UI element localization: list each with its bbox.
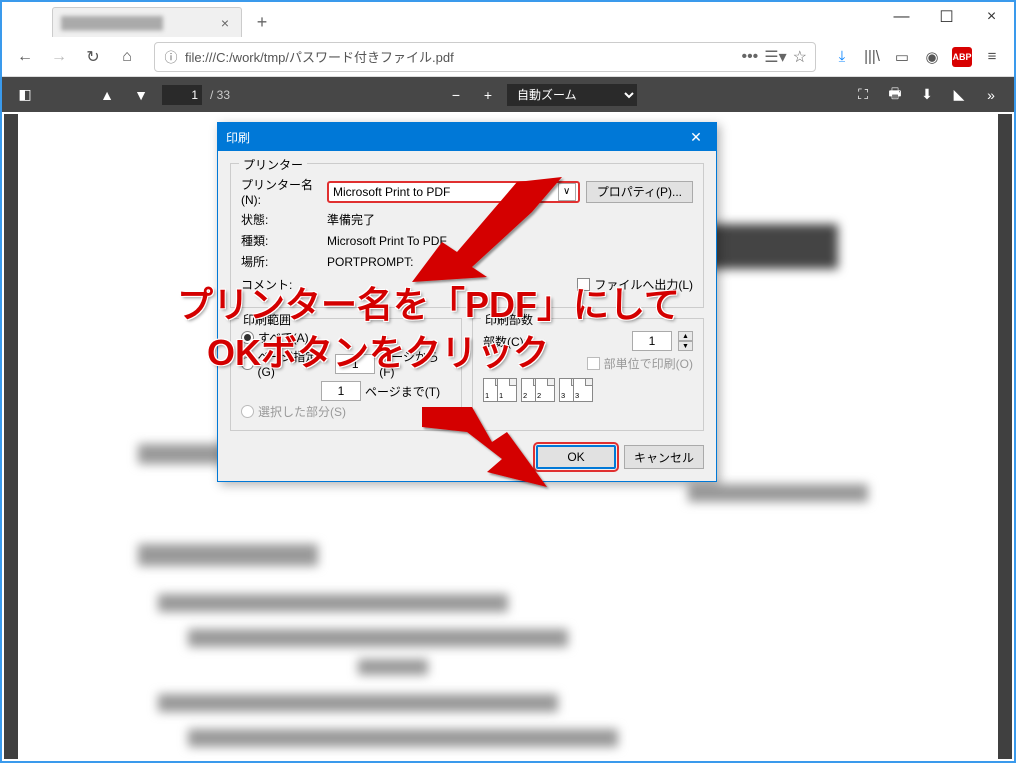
zoom-in-icon[interactable]: + — [475, 82, 501, 108]
window-controls: — ☐ × — [879, 2, 1014, 37]
page-down-icon[interactable]: ▼ — [128, 82, 154, 108]
minimize-button[interactable]: — — [879, 2, 924, 32]
collate-page-icon: 1 — [497, 378, 517, 402]
page-up-icon[interactable]: ▲ — [94, 82, 120, 108]
print-to-file-checkbox[interactable]: ファイルへ出力(L) — [577, 276, 693, 293]
range-pages-label: ページ指定(G) — [258, 348, 332, 379]
library-icon[interactable]: |||\ — [858, 43, 886, 71]
range-all-radio[interactable]: すべて(A) — [241, 329, 451, 346]
back-button[interactable]: ← — [10, 42, 40, 72]
tab-close-icon[interactable]: × — [217, 15, 233, 31]
dialog-titlebar[interactable]: 印刷 ✕ — [218, 123, 716, 151]
copies-legend: 印刷部数 — [481, 311, 537, 328]
page-to-input[interactable] — [321, 381, 361, 401]
range-pages-radio[interactable]: ページ指定(G) ページから(F) — [241, 348, 451, 379]
toolbar-buttons: ⤓ |||\ ▭ ◉ ABP ≡ — [828, 43, 1006, 71]
status-value: 準備完了 — [327, 211, 375, 228]
window-close-button[interactable]: × — [969, 2, 1014, 32]
star-icon[interactable]: ☆ — [793, 47, 807, 67]
range-fieldset: 印刷範囲 すべて(A) ページ指定(G) ページから(F) ページまで(T) — [230, 318, 462, 431]
collate-preview: 1 1 2 2 3 3 — [483, 378, 693, 402]
ok-button[interactable]: OK — [536, 445, 616, 469]
dialog-close-button[interactable]: ✕ — [676, 123, 716, 151]
page-number-input[interactable] — [162, 85, 202, 105]
cancel-button[interactable]: キャンセル — [624, 445, 704, 469]
dialog-body: プリンター プリンター名(N): Microsoft Print to PDF … — [218, 151, 716, 481]
maximize-button[interactable]: ☐ — [924, 2, 969, 32]
download-icon[interactable]: ⤓ — [828, 43, 856, 71]
spin-up-icon[interactable]: ▲ — [678, 331, 693, 341]
range-all-label: すべて(A) — [258, 329, 309, 346]
type-label: 種類: — [241, 232, 321, 249]
browser-window: ████████████ × + — ☐ × ← → ↻ ⌂ ⓘ file://… — [0, 0, 1016, 763]
copies-spinner[interactable]: ▲ ▼ — [678, 331, 693, 351]
dialog-title: 印刷 — [226, 129, 676, 146]
comment-label: コメント: — [241, 276, 321, 293]
page-from-input[interactable] — [335, 354, 375, 374]
status-label: 状態: — [241, 211, 321, 228]
print-icon[interactable]: 🖶 — [882, 82, 908, 108]
range-selection-radio[interactable]: 選択した部分(S) — [241, 403, 451, 420]
forward-button[interactable]: → — [44, 42, 74, 72]
copies-fieldset: 印刷部数 部数(C): ▲ ▼ 部単位で印刷(O) — [472, 318, 704, 431]
collate-page-icon: 3 — [573, 378, 593, 402]
sync-icon[interactable]: ◉ — [918, 43, 946, 71]
range-legend: 印刷範囲 — [239, 311, 295, 328]
type-value: Microsoft Print To PDF — [327, 234, 447, 248]
browser-toolbar: ← → ↻ ⌂ ⓘ file:///C:/work/tmp/パスワード付きファイ… — [2, 37, 1014, 77]
print-dialog: 印刷 ✕ プリンター プリンター名(N): Microsoft Print to… — [217, 122, 717, 482]
dialog-buttons: OK キャンセル — [230, 441, 704, 469]
collate-checkbox[interactable]: 部単位で印刷(O) — [483, 355, 693, 372]
where-label: 場所: — [241, 253, 321, 270]
printer-name-label: プリンター名(N): — [241, 176, 321, 207]
printer-legend: プリンター — [239, 156, 307, 173]
checkbox-icon — [577, 278, 590, 291]
presentation-icon[interactable]: ⛶ — [850, 82, 876, 108]
radio-icon — [241, 357, 254, 370]
new-tab-button[interactable]: + — [247, 7, 277, 37]
dropdown-icon[interactable]: ∨ — [558, 183, 576, 201]
spin-down-icon[interactable]: ▼ — [678, 341, 693, 351]
zoom-out-icon[interactable]: − — [443, 82, 469, 108]
url-right-icons: ••• ☰▾ ☆ — [741, 47, 807, 67]
info-icon[interactable]: ⓘ — [163, 49, 179, 65]
menu-icon[interactable]: ≡ — [978, 43, 1006, 71]
range-selection-label: 選択した部分(S) — [258, 403, 346, 420]
browser-tab[interactable]: ████████████ × — [52, 7, 242, 37]
page-total: / 33 — [210, 88, 230, 102]
radio-icon — [241, 331, 254, 344]
bookmark-icon[interactable]: ◣ — [946, 82, 972, 108]
url-bar[interactable]: ⓘ file:///C:/work/tmp/パスワード付きファイル.pdf ••… — [154, 42, 816, 72]
sidebar-icon[interactable]: ▭ — [888, 43, 916, 71]
printer-name-select[interactable]: Microsoft Print to PDF ∨ — [327, 181, 580, 203]
printer-fieldset: プリンター プリンター名(N): Microsoft Print to PDF … — [230, 163, 704, 308]
download-pdf-icon[interactable]: ⬇ — [914, 82, 940, 108]
copies-input[interactable] — [632, 331, 672, 351]
print-to-file-label: ファイルへ出力(L) — [594, 276, 693, 293]
page-to-label: ページまで(T) — [365, 383, 440, 400]
reload-button[interactable]: ↻ — [78, 42, 108, 72]
checkbox-icon — [587, 357, 600, 370]
copies-label: 部数(C): — [483, 333, 527, 350]
home-button[interactable]: ⌂ — [112, 42, 142, 72]
properties-button[interactable]: プロパティ(P)... — [586, 181, 693, 203]
dots-icon[interactable]: ••• — [741, 48, 758, 66]
collate-label: 部単位で印刷(O) — [604, 355, 693, 372]
tab-title: ████████████ — [61, 16, 217, 30]
collate-page-icon: 2 — [535, 378, 555, 402]
where-value: PORTPROMPT: — [327, 255, 413, 269]
abp-icon[interactable]: ABP — [948, 43, 976, 71]
page-from-label: ページから(F) — [379, 348, 451, 379]
tools-icon[interactable]: » — [978, 82, 1004, 108]
printer-name-value: Microsoft Print to PDF — [333, 185, 450, 199]
reader-icon[interactable]: ☰▾ — [764, 47, 786, 67]
radio-icon — [241, 405, 254, 418]
sidebar-toggle-icon[interactable]: ◧ — [12, 82, 38, 108]
url-text: file:///C:/work/tmp/パスワード付きファイル.pdf — [185, 47, 741, 66]
tabs-area: ████████████ × + — [2, 2, 879, 37]
zoom-select[interactable]: 自動ズーム — [507, 84, 637, 106]
titlebar: ████████████ × + — ☐ × — [2, 2, 1014, 37]
pdf-toolbar: ◧ ▲ ▼ / 33 − + 自動ズーム ⛶ 🖶 ⬇ ◣ » — [2, 77, 1014, 112]
